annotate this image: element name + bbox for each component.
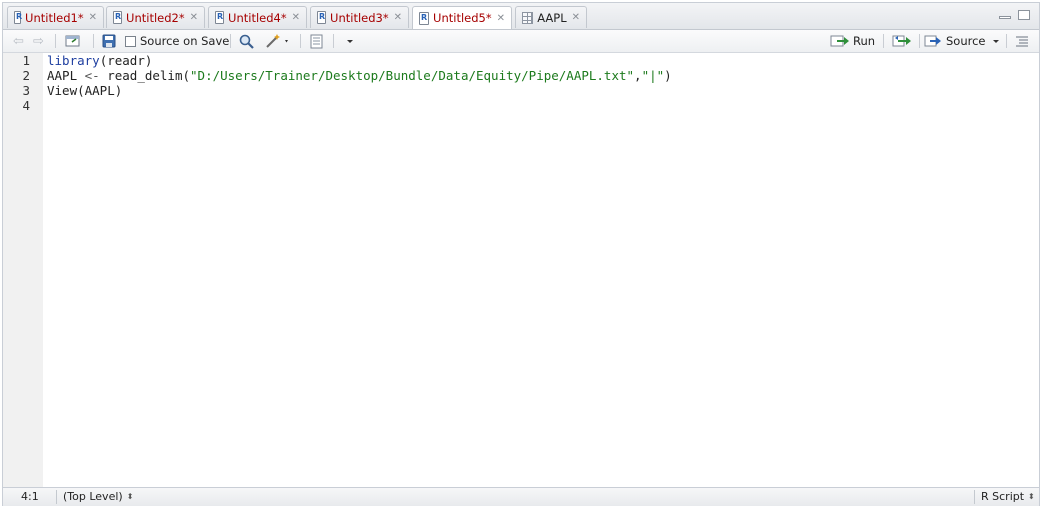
toolbar-divider [93, 34, 94, 48]
status-bar: 4:1 (Top Level) ⬍ R Script ⬍ [3, 487, 1039, 506]
close-icon[interactable]: ✕ [292, 12, 300, 23]
source-on-save-label: Source on Save [140, 34, 230, 48]
run-button[interactable]: Run [830, 33, 875, 49]
toolbar-divider [333, 34, 334, 48]
tab-label: Untitled4* [228, 10, 287, 25]
toolbar-divider [883, 34, 884, 48]
code-editor[interactable]: 1 2 3 4 library(readr) AAPL <- read_deli… [3, 53, 1039, 487]
data-viewer-icon [522, 11, 534, 24]
updown-chevron-icon: ⬍ [1028, 492, 1035, 501]
maximize-icon[interactable] [1018, 10, 1030, 20]
close-icon[interactable]: ✕ [190, 12, 198, 23]
r-script-icon [14, 11, 22, 24]
function-token: library [47, 53, 100, 68]
scope-label: (Top Level) [63, 490, 123, 503]
compile-report-icon[interactable] [309, 33, 324, 49]
line-number-gutter: 1 2 3 4 [3, 53, 43, 487]
code-line-3[interactable]: View(AAPL) [47, 83, 122, 98]
tab-untitled2[interactable]: Untitled2* ✕ [106, 6, 205, 28]
line-number: 3 [22, 83, 30, 98]
search-icon[interactable] [239, 33, 254, 49]
show-in-window-icon[interactable] [65, 33, 81, 49]
tab-label: Untitled1* [25, 10, 84, 25]
line-number: 2 [22, 68, 30, 83]
tab-bar: Untitled1* ✕ Untitled2* ✕ Untitled4* ✕ U… [3, 3, 1039, 30]
tab-label: Untitled2* [126, 10, 185, 25]
file-type-label: R Script [981, 490, 1025, 503]
tab-label: Untitled5* [433, 11, 492, 25]
dropdown-chevron-icon[interactable] [345, 33, 355, 49]
code-tools-wand-icon[interactable] [265, 33, 293, 49]
code-token: , [634, 68, 642, 83]
source-on-save-checkbox[interactable]: Source on Save [125, 33, 229, 49]
tab-untitled1[interactable]: Untitled1* ✕ [7, 6, 104, 28]
source-dropdown-chevron-icon[interactable] [991, 33, 1001, 49]
source-button[interactable]: Source [924, 33, 986, 49]
scope-selector[interactable]: (Top Level) ⬍ [63, 490, 133, 503]
r-script-icon [317, 11, 327, 24]
editor-toolbar: ⇦ ⇨ Source on Save Run Source [3, 30, 1039, 53]
string-token: "|" [641, 68, 665, 83]
close-icon[interactable]: ✕ [394, 12, 402, 23]
close-icon[interactable]: ✕ [497, 13, 505, 24]
checkbox-box[interactable] [125, 35, 136, 47]
string-token: "D:/Users/Trainer/Desktop/Bundle/Data/Eq… [190, 68, 635, 83]
source-label: Source [946, 34, 986, 48]
r-script-icon [113, 11, 123, 24]
assign-operator-token: <- [84, 68, 100, 83]
document-outline-icon[interactable] [1015, 33, 1029, 49]
line-number: 1 [22, 53, 30, 68]
code-token: read_delim( [99, 68, 191, 83]
toolbar-divider [300, 34, 301, 48]
r-script-icon [215, 11, 225, 24]
tab-untitled3[interactable]: Untitled3* ✕ [310, 6, 409, 28]
cursor-position: 4:1 [21, 490, 39, 503]
run-label: Run [853, 34, 876, 48]
close-icon[interactable]: ✕ [572, 12, 580, 23]
save-icon[interactable] [102, 33, 116, 49]
toolbar-divider [230, 34, 231, 48]
tab-untitled4[interactable]: Untitled4* ✕ [208, 6, 307, 28]
r-script-icon [419, 11, 430, 25]
file-type-selector[interactable]: R Script ⬍ [981, 490, 1035, 503]
tab-label: Untitled3* [330, 10, 389, 25]
rerun-icon[interactable] [892, 33, 914, 49]
close-icon[interactable]: ✕ [89, 12, 97, 23]
tab-label: AAPL [537, 10, 567, 25]
toolbar-divider [1006, 34, 1007, 48]
status-divider [56, 490, 57, 504]
updown-chevron-icon: ⬍ [126, 492, 134, 501]
code-line-1[interactable]: library(readr) [47, 53, 152, 68]
line-number: 4 [22, 98, 30, 113]
code-token: AAPL [47, 68, 85, 83]
code-token: (readr) [99, 53, 153, 68]
toolbar-divider [919, 34, 920, 48]
source-editor-pane: Untitled1* ✕ Untitled2* ✕ Untitled4* ✕ U… [2, 2, 1040, 506]
code-token: ) [664, 68, 672, 83]
back-arrow-icon[interactable]: ⇦ [13, 33, 24, 49]
toolbar-divider [55, 34, 56, 48]
tab-untitled5[interactable]: Untitled5* ✕ [412, 6, 512, 29]
tab-aapl[interactable]: AAPL ✕ [515, 6, 587, 28]
status-divider [974, 490, 975, 504]
minimize-icon[interactable] [999, 16, 1011, 19]
code-line-2[interactable]: AAPL <- read_delim("D:/Users/Trainer/Des… [47, 68, 672, 83]
forward-arrow-icon[interactable]: ⇨ [33, 33, 44, 49]
